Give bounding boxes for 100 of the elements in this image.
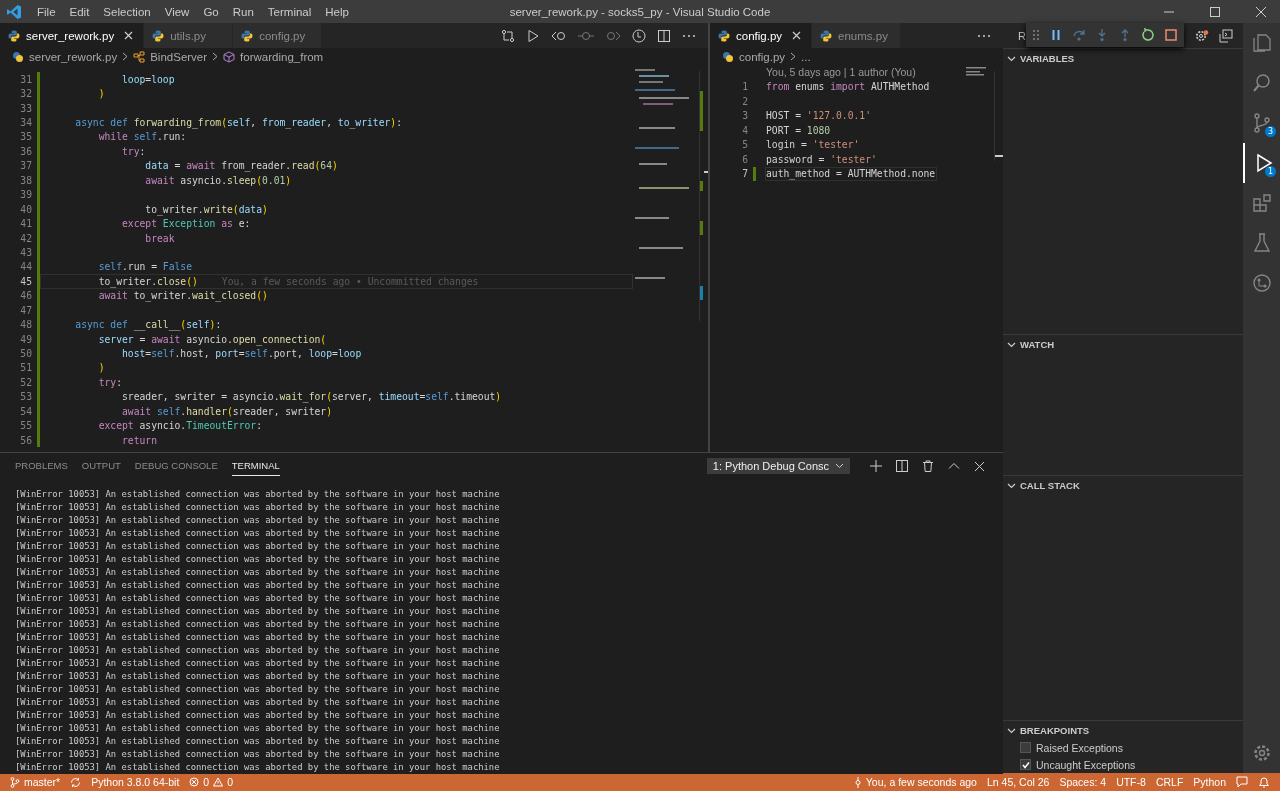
maximize-icon[interactable] [1210, 6, 1220, 17]
stop-icon[interactable] [1164, 28, 1178, 42]
chevron-right-icon [122, 52, 129, 61]
menu-item[interactable]: File [30, 5, 63, 18]
line-number: 43 [19, 246, 32, 258]
bell-icon[interactable] [1258, 776, 1270, 788]
breadcrumb-item[interactable]: ... [801, 50, 811, 63]
line-number: 39 [19, 189, 32, 201]
status-item[interactable]: UTF-8 [1116, 776, 1146, 788]
line-number: 49 [19, 333, 32, 345]
debug-console-icon[interactable] [1219, 28, 1233, 43]
status-item[interactable]: Python 3.8.0 64-bit [91, 776, 180, 788]
terminal-line: [WinError 10053] An established connection was aborted by the software in your host machine [15, 644, 500, 657]
blame-status[interactable]: You, a few seconds ago [865, 776, 977, 788]
menu-item[interactable]: Go [196, 5, 226, 18]
menu-item[interactable]: Terminal [260, 5, 319, 18]
terminal-line: [WinError 10053] An established connection was aborted by the software in your host machine [15, 566, 500, 579]
split-terminal-icon[interactable] [896, 460, 908, 472]
breadcrumb-item[interactable]: BindServer [150, 50, 208, 63]
close-icon[interactable] [1256, 6, 1266, 17]
plus-icon[interactable] [870, 460, 882, 472]
badge: 1 [1265, 166, 1276, 177]
close-icon[interactable] [792, 31, 802, 40]
terminal-line: [WinError 10053] An established connection was aborted by the software in your host machine [15, 761, 500, 774]
python-file-icon [241, 29, 254, 42]
status-item[interactable]: Spaces: 4 [1059, 776, 1107, 788]
timeline-icon[interactable] [632, 28, 646, 43]
drag-handle-icon[interactable] [1032, 29, 1040, 41]
status-item[interactable]: CRLF [1155, 776, 1184, 788]
terminal-dropdown[interactable]: 1: Python Debug Consc [706, 458, 850, 474]
editor-tab[interactable]: config.py [710, 23, 813, 48]
code-line: HOST = '127.0.0.1' [766, 110, 871, 122]
settings-icon[interactable] [1251, 743, 1272, 763]
sync-icon[interactable] [70, 776, 82, 788]
code-line: except Exception as e: [121, 218, 251, 230]
terminal-line: [WinError 10053] An established connection was aborted by the software in your host machine [15, 735, 500, 748]
codelens-text[interactable]: You, 5 days ago | 1 author (You) [766, 66, 916, 79]
section-title: BREAKPOINTS [1020, 724, 1090, 736]
code-line: password = 'tester' [766, 153, 877, 165]
breadcrumb-item[interactable]: forwarding_from [240, 50, 324, 63]
python-file-icon [722, 50, 734, 63]
line-number: 47 [19, 304, 32, 316]
editor-tab[interactable]: utils.py [144, 23, 234, 48]
code-line: from enums import AUTHMethod [766, 81, 930, 93]
code-line: server = await asyncio.open_connection( [97, 333, 327, 345]
close-icon[interactable] [124, 31, 134, 40]
section-title: WATCH [1020, 338, 1055, 350]
terminal-line: [WinError 10053] An established connection was aborted by the software in your host machine [15, 618, 500, 631]
terminal-line: [WinError 10053] An established connection was aborted by the software in your host machine [15, 501, 500, 514]
commit-icon [853, 776, 862, 788]
editor-tab[interactable]: config.py [233, 23, 323, 48]
status-item[interactable]: Ln 45, Col 26 [986, 776, 1050, 788]
line-number: 37 [19, 160, 32, 172]
panel-tab[interactable]: PROBLEMS [15, 456, 68, 476]
code-line: to_writer.close() [97, 275, 198, 287]
line-number: 1 [741, 81, 748, 93]
status-item[interactable]: Python [1193, 776, 1226, 788]
warning-count[interactable]: 0 [227, 776, 234, 788]
restart-icon[interactable] [1141, 28, 1155, 42]
line-number: 56 [19, 434, 32, 446]
code-line: host=self.host, port=self.port, loop=loop [121, 348, 362, 360]
editor-tab[interactable]: server_rework.py [0, 23, 145, 48]
code-line: try: [121, 145, 146, 157]
class-icon [133, 50, 146, 63]
panel-tab[interactable]: TERMINAL [231, 456, 280, 476]
menu-item[interactable]: Help [318, 5, 356, 18]
explorer-icon[interactable] [1250, 32, 1273, 54]
terminal-line: [WinError 10053] An established connection was aborted by the software in your host machine [15, 709, 500, 722]
menu-item[interactable]: View [157, 5, 197, 18]
compare-changes-icon[interactable] [501, 28, 515, 43]
feedback-icon[interactable] [1236, 776, 1248, 788]
search-icon[interactable] [1250, 72, 1273, 94]
chevron-up-icon[interactable] [948, 460, 960, 472]
panel-tab[interactable]: OUTPUT [81, 456, 121, 476]
split-editor-icon[interactable] [657, 28, 671, 43]
branch-status[interactable]: master* [24, 776, 61, 788]
terminal-line: [WinError 10053] An established connection was aborted by the software in your host machine [15, 553, 500, 566]
warning-icon [213, 777, 224, 787]
breadcrumb-item[interactable]: server_rework.py [29, 50, 118, 63]
checkmark-icon [1021, 760, 1030, 769]
panel-tab[interactable]: DEBUG CONSOLE [134, 456, 218, 476]
code-line: await asyncio.sleep(0.01) [144, 174, 292, 186]
extensions-icon[interactable] [1250, 192, 1273, 214]
checkbox[interactable] [1020, 742, 1031, 753]
editor-tab[interactable]: enums.py [812, 23, 902, 48]
error-count[interactable]: 0 [203, 776, 210, 788]
trash-icon[interactable] [922, 460, 934, 472]
line-number: 46 [19, 290, 32, 302]
code-line: async def __call__(self): [74, 319, 222, 331]
menu-item[interactable]: Edit [62, 5, 97, 18]
breadcrumb-item[interactable]: config.py [739, 50, 786, 63]
gear-icon[interactable] [1195, 28, 1209, 43]
code-line: async def forwarding_from(self, from_reader, to_writer): [74, 117, 403, 129]
close-icon[interactable] [974, 460, 985, 472]
terminal-line: [WinError 10053] An established connection was aborted by the software in your host machine [15, 722, 500, 735]
menu-item[interactable]: Run [225, 5, 261, 18]
git-graph-icon[interactable] [1250, 272, 1273, 294]
menu-item[interactable]: Selection [96, 5, 158, 18]
checkbox[interactable] [1020, 759, 1031, 770]
run-icon[interactable] [526, 28, 540, 43]
